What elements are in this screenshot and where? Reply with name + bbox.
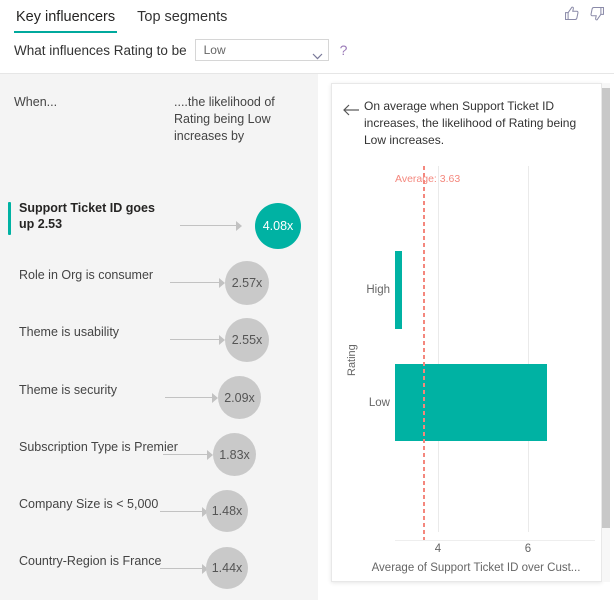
category-label-low: Low xyxy=(368,397,390,409)
help-icon[interactable]: ? xyxy=(340,42,348,58)
influence-bubble[interactable]: 2.55x xyxy=(225,318,269,362)
bar-high[interactable] xyxy=(395,251,402,329)
influencer-row-7[interactable]: Country-Region is France 1.44x xyxy=(0,542,318,599)
influencer-label: Support Ticket ID goes up 2.53 xyxy=(19,201,155,231)
bar-low[interactable] xyxy=(395,364,547,441)
influence-bubble[interactable]: 2.57x xyxy=(225,261,269,305)
influence-arrow xyxy=(160,507,208,517)
rating-value-dropdown[interactable]: Low xyxy=(194,39,329,61)
influencer-row-6[interactable]: Company Size is < 5,000 1.48x xyxy=(0,485,318,542)
dropdown-selected-value: Low xyxy=(203,43,226,57)
average-reference-line xyxy=(423,166,425,540)
y-axis-title: Rating xyxy=(346,344,358,376)
influence-bubble[interactable]: 2.09x xyxy=(218,376,261,419)
influencer-row-5[interactable]: Subscription Type is Premier 1.83x xyxy=(0,428,318,485)
average-reference-label: Average: 3.63 xyxy=(395,173,461,185)
x-axis-title: Average of Support Ticket ID over Cust..… xyxy=(371,562,581,574)
influencer-row-1[interactable]: Support Ticket ID goes up 2.53 4.08x xyxy=(0,198,318,255)
column-header-when: When... xyxy=(14,95,58,109)
tab-top-segments[interactable]: Top segments xyxy=(135,6,229,33)
column-header-likelihood: ....the likelihood of Rating being Low i… xyxy=(174,95,275,143)
visual-header: Key influencers Top segments What influe… xyxy=(0,0,614,74)
feedback-buttons xyxy=(563,5,606,22)
category-label-high: High xyxy=(366,284,390,296)
influence-arrow xyxy=(165,393,218,403)
influence-bubble[interactable]: 1.44x xyxy=(206,547,248,589)
influence-bubble[interactable]: 1.48x xyxy=(206,490,248,532)
influence-filter-row: What influences Rating to be Low ? xyxy=(14,39,347,61)
influence-arrow xyxy=(160,564,208,574)
influence-bubble[interactable]: 4.08x xyxy=(255,203,301,249)
x-axis-line xyxy=(395,540,595,541)
influence-detail-chart: High Low Rating Average: 3.63 4 6 Averag… xyxy=(332,84,601,581)
influence-arrow xyxy=(163,450,213,460)
key-influencers-list-panel: When... ....the likelihood of Rating bei… xyxy=(0,74,318,600)
tab-key-influencers[interactable]: Key influencers xyxy=(14,6,118,33)
selected-indicator-bar xyxy=(8,202,11,235)
thumbs-down-icon[interactable] xyxy=(589,5,606,22)
thumbs-up-icon[interactable] xyxy=(563,5,580,22)
influencer-row-2[interactable]: Role in Org is consumer 2.57x xyxy=(0,256,318,313)
chevron-down-icon xyxy=(312,47,323,60)
influencer-label: Theme is usability xyxy=(19,325,120,339)
influencer-label: Subscription Type is Premier xyxy=(19,440,178,454)
x-tick-4: 4 xyxy=(434,543,442,555)
tab-bar: Key influencers Top segments xyxy=(14,6,229,33)
influence-bubble[interactable]: 1.83x xyxy=(213,433,256,476)
influencer-row-3[interactable]: Theme is usability 2.55x xyxy=(0,313,318,370)
vertical-scrollbar-thumb[interactable] xyxy=(602,88,610,528)
influence-arrow xyxy=(180,221,242,231)
influencer-label: Role in Org is consumer xyxy=(19,268,154,282)
influence-arrow xyxy=(170,335,225,345)
x-tick-6: 6 xyxy=(524,543,532,555)
gridline-4 xyxy=(438,166,439,532)
gridline-6 xyxy=(528,166,529,532)
influence-arrow xyxy=(170,278,225,288)
filter-label: What influences Rating to be xyxy=(14,42,187,58)
influencer-label: Theme is security xyxy=(19,383,117,397)
influencer-detail-card: On average when Support Ticket ID increa… xyxy=(331,83,602,582)
influencer-row-4[interactable]: Theme is security 2.09x xyxy=(0,371,318,428)
